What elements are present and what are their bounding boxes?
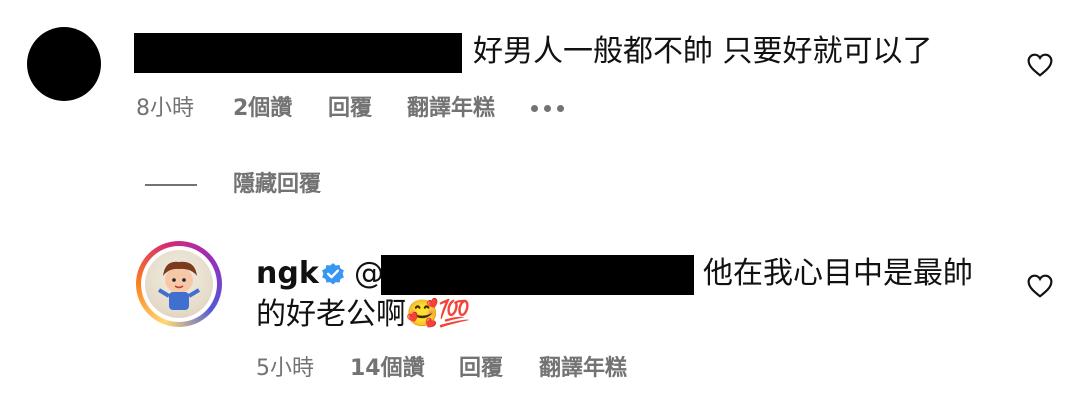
reply-avatar[interactable] [145, 250, 213, 318]
likes-count: 2個讚 [233, 96, 293, 121]
reply-text-line2: 的好老公啊 [256, 297, 406, 332]
avatar-drawing-icon [157, 261, 201, 310]
reply-text-line1: 他在我心目中是最帥 [703, 256, 973, 291]
reply-label: 回覆 [328, 96, 373, 121]
reply-button[interactable]: 回覆 [328, 95, 372, 123]
reply-translate-button[interactable]: 翻譯年糕 [539, 355, 627, 383]
comment-time: 8小時 [136, 96, 194, 121]
comment-text: 好男人一般都不帥 只要好就可以了 [473, 34, 933, 69]
redacted-username [134, 33, 462, 73]
comment-likes[interactable]: 2個讚 [233, 95, 292, 123]
replies-divider-line [145, 184, 197, 186]
translate-label: 翻譯年糕 [407, 96, 496, 121]
reply-likes-count: 14個讚 [350, 356, 425, 381]
redacted-mention [381, 255, 694, 295]
mention-at[interactable]: @ [354, 256, 384, 292]
reply-reply-label: 回覆 [459, 356, 504, 381]
heart-icon[interactable] [1027, 274, 1053, 298]
hide-replies-label: 隱藏回覆 [233, 172, 322, 197]
hide-replies-button[interactable]: 隱藏回覆 [233, 171, 321, 199]
reply-username[interactable]: ngk [256, 256, 319, 292]
reply-emoji: 🥰💯 [406, 299, 471, 329]
reply-translate-label: 翻譯年糕 [539, 356, 628, 381]
reply-reply-button[interactable]: 回覆 [459, 355, 503, 383]
reply-time: 5小時 [256, 356, 314, 381]
verified-badge-icon [322, 263, 344, 285]
translate-button[interactable]: 翻譯年糕 [407, 95, 495, 123]
reply-likes[interactable]: 14個讚 [350, 355, 425, 383]
commenter-avatar[interactable] [27, 27, 101, 101]
more-dots-icon[interactable] [531, 105, 564, 112]
heart-icon[interactable] [1027, 53, 1053, 77]
